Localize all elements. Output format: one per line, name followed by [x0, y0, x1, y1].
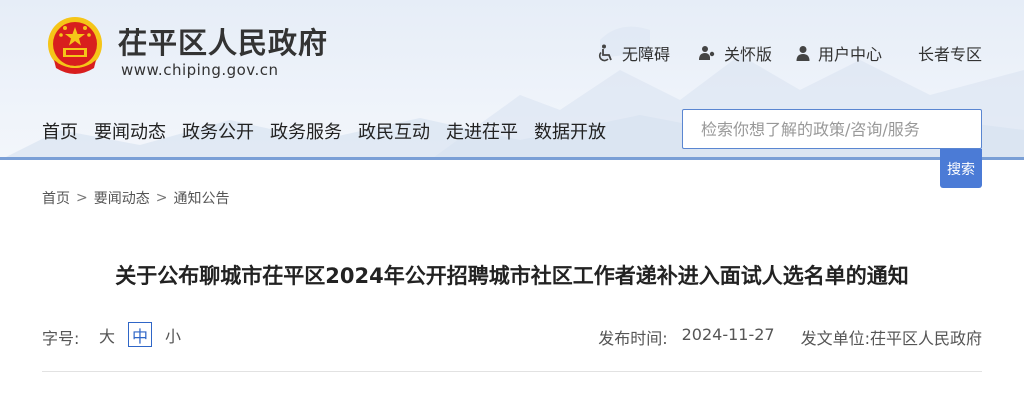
user-icon: [796, 46, 810, 61]
nav-item-interaction[interactable]: 政民互动: [358, 118, 430, 144]
content-divider: [42, 371, 982, 372]
publish-info: 发布时间: 2024-11-27 发文单位: 茌平区人民政府: [598, 325, 982, 349]
breadcrumb-notices[interactable]: 通知公告: [173, 188, 229, 208]
nav-item-home[interactable]: 首页: [42, 118, 78, 144]
breadcrumb-home[interactable]: 首页: [42, 188, 70, 208]
user-center-link[interactable]: 用户中心: [796, 42, 882, 64]
breadcrumb: 首页 > 要闻动态 > 通知公告: [42, 188, 229, 208]
issuer-label: 发文单位:: [800, 329, 870, 348]
national-emblem-icon: [48, 17, 102, 74]
wheelchair-icon: [598, 44, 612, 62]
care-version-link[interactable]: 关怀版: [698, 42, 772, 64]
user-center-label: 用户中心: [818, 45, 883, 64]
accessibility-label: 无障碍: [622, 45, 671, 64]
site-header: 茌平区人民政府 www.chiping.gov.cn 无障碍 关怀版 用户中心 …: [0, 0, 1024, 160]
care-version-label: 关怀版: [724, 45, 773, 64]
nav-item-about[interactable]: 走进茌平: [446, 118, 518, 144]
font-size-small-button[interactable]: 小: [161, 322, 185, 347]
nav-item-gov-services[interactable]: 政务服务: [270, 118, 342, 144]
breadcrumb-news[interactable]: 要闻动态: [94, 188, 150, 208]
nav-item-open-data[interactable]: 数据开放: [534, 118, 606, 144]
search-box: [682, 109, 982, 149]
care-person-icon: [699, 46, 715, 60]
article-title: 关于公布聊城市茌平区2024年公开招聘城市社区工作者递补进入面试人选名单的通知: [115, 264, 909, 288]
breadcrumb-separator: >: [155, 190, 168, 206]
publish-time-label: 发布时间:: [598, 329, 668, 348]
font-size-medium-button[interactable]: 中: [128, 322, 152, 347]
breadcrumb-separator: >: [76, 190, 88, 206]
publish-time: 2024-11-27: [681, 325, 775, 344]
header-divider: [0, 157, 1024, 160]
site-title[interactable]: 茌平区人民政府: [118, 20, 328, 62]
search-input[interactable]: [683, 110, 981, 148]
main-nav: 首页 要闻动态 政务公开 政务服务 政民互动 走进茌平 数据开放: [42, 118, 622, 144]
elder-zone-label: 长者专区: [918, 45, 983, 64]
font-size-label: 字号:: [42, 329, 80, 348]
accessibility-link[interactable]: 无障碍: [598, 42, 670, 64]
search-button[interactable]: 搜索: [940, 149, 982, 188]
elder-zone-link[interactable]: 长者专区: [918, 42, 982, 64]
issuer: 茌平区人民政府: [869, 329, 982, 348]
article-meta: 字号: 大 中 小 发布时间: 2024-11-27 发文单位: 茌平区人民政府: [42, 322, 982, 348]
nav-item-news[interactable]: 要闻动态: [94, 118, 166, 144]
site-url: www.chiping.gov.cn: [121, 61, 279, 79]
nav-item-gov-affairs-open[interactable]: 政务公开: [182, 118, 254, 144]
font-size-large-button[interactable]: 大: [95, 322, 119, 347]
